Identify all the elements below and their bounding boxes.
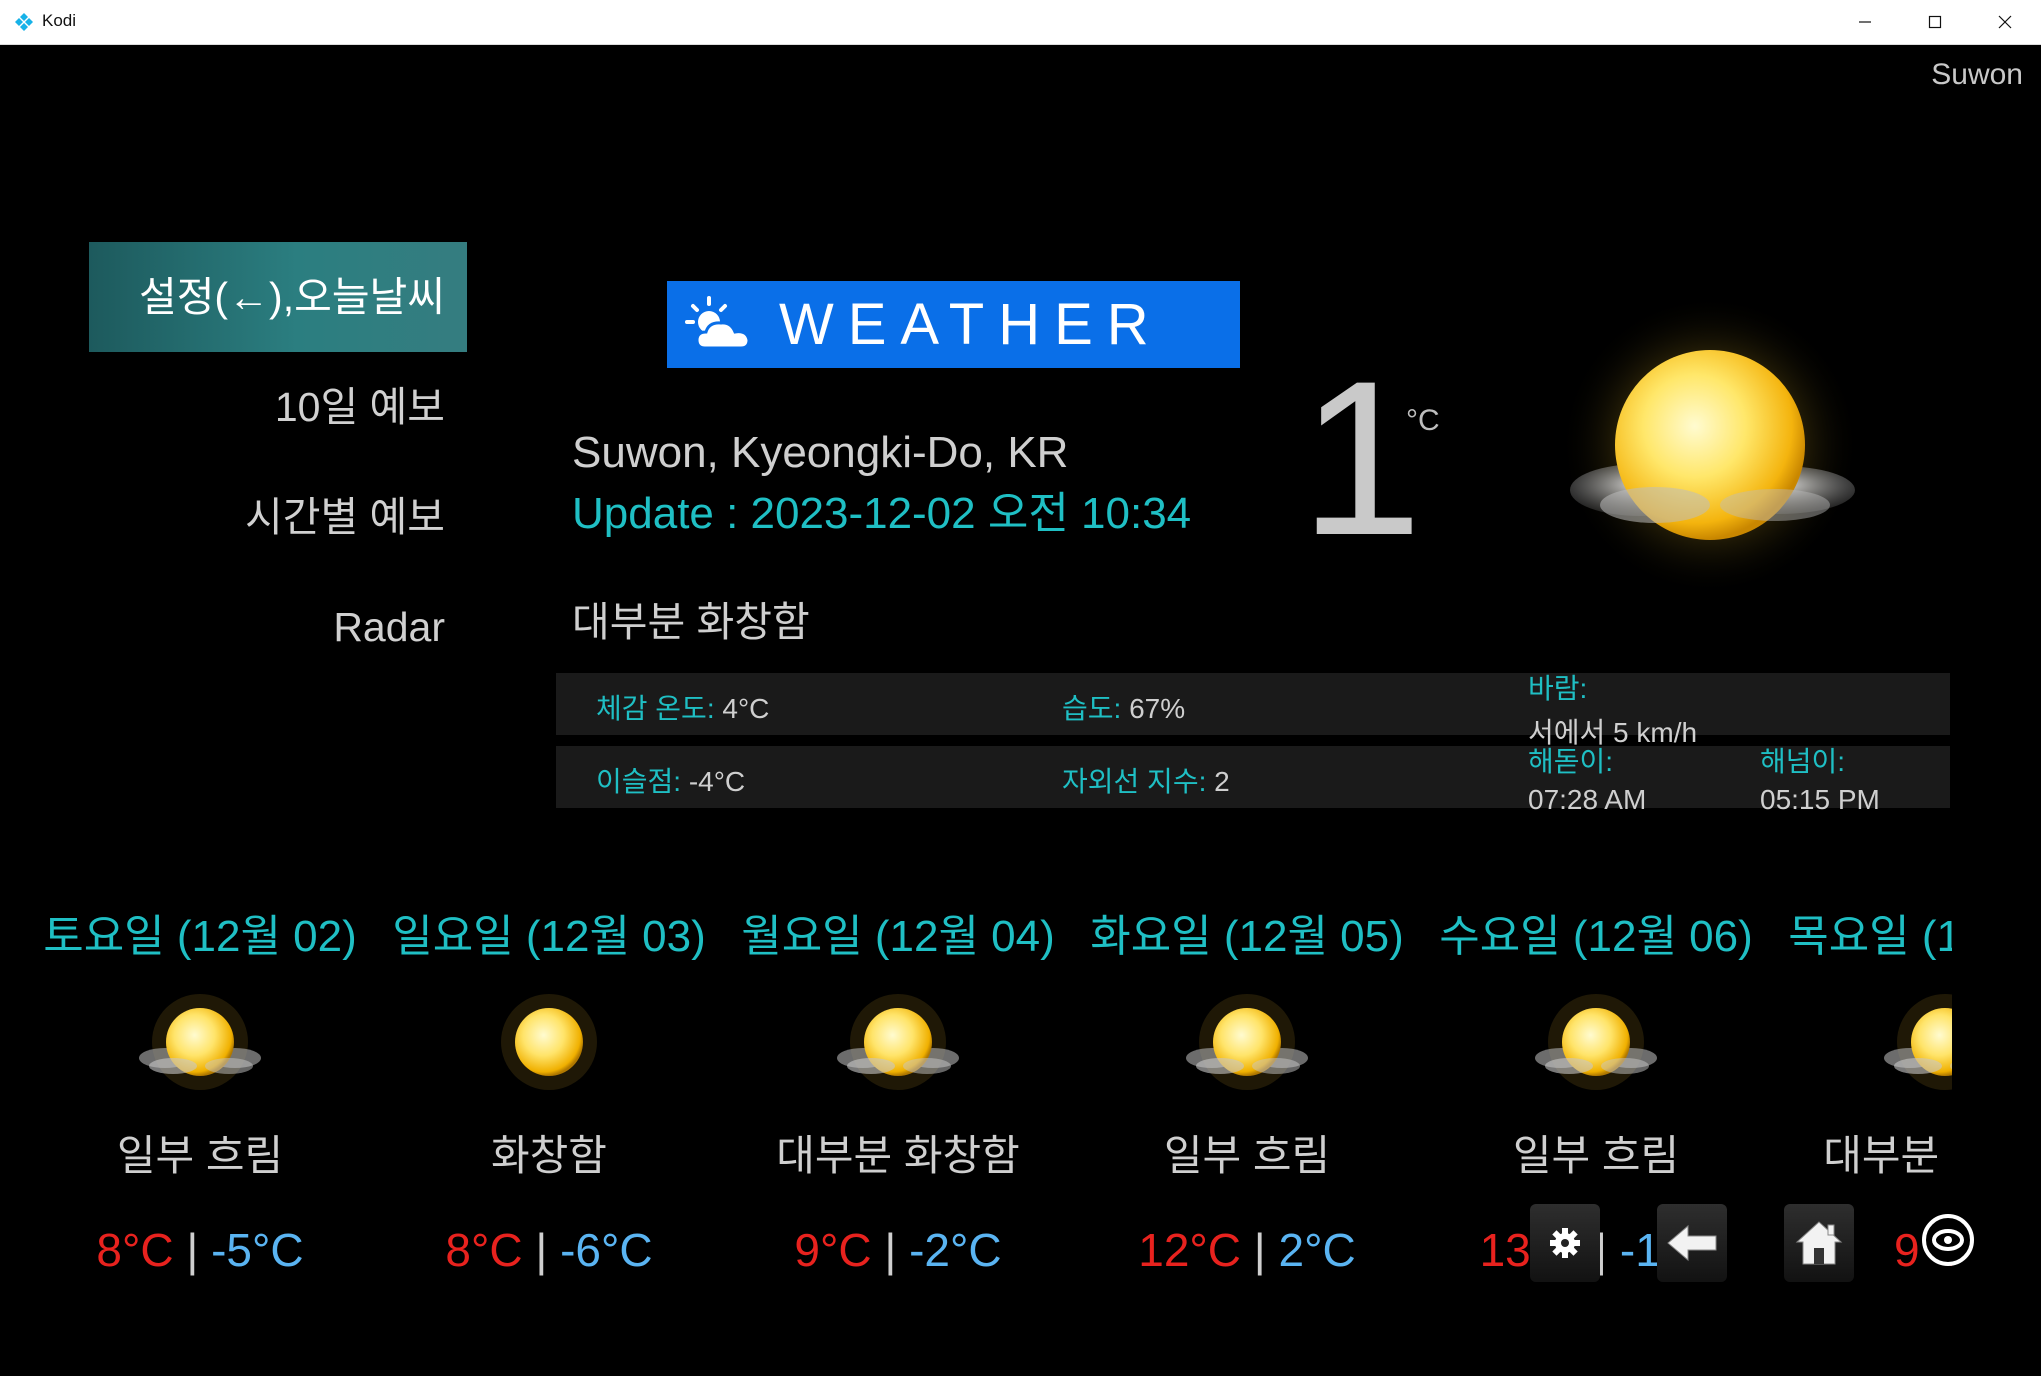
humidity: 습도: 67%	[1062, 687, 1185, 727]
back-button[interactable]	[1657, 1204, 1727, 1282]
forecast-date: 화요일 (12월 05)	[1090, 912, 1404, 961]
forecast-date: 일요일 (12월 03)	[392, 912, 706, 961]
forecast-date: 수요일 (12월 06)	[1439, 912, 1753, 961]
forecast-condition: 일부 흐림	[116, 1132, 284, 1179]
sun-icon	[501, 994, 597, 1090]
temp-separator: |	[871, 1224, 910, 1276]
forecast-day: 일요일 (12월 03) 화창함 8°C | -6°C	[374, 900, 724, 1277]
dewpoint-label: 이슬점:	[596, 766, 682, 797]
forecast-condition: 대부분 화창함	[776, 1132, 1020, 1179]
update-timestamp: Update : 2023-12-02 오전 10:34	[572, 489, 1192, 538]
sun-cloud-icon	[139, 994, 261, 1090]
close-icon	[1998, 15, 2012, 29]
home-icon	[1795, 1221, 1843, 1265]
back-arrow-icon	[1667, 1224, 1717, 1262]
sunrise: 해돋이: 07:28 AM	[1528, 740, 1646, 816]
forecast-low: -2°C	[909, 1224, 1002, 1276]
forecast-low: 2°C	[1278, 1224, 1356, 1276]
forecast-day: 화요일 (12월 05) 일부 흐림 12°C | 2°C	[1072, 900, 1422, 1277]
forecast-condition: 일부 흐림	[1163, 1132, 1331, 1179]
forecast-temps: 12°C | 2°C	[1072, 1223, 1422, 1277]
dewpoint: 이슬점: -4°C	[596, 760, 745, 800]
minimize-button[interactable]	[1830, 0, 1900, 44]
wind: 바람: 서에서 5 km/h	[1528, 667, 1697, 751]
forecast-temps: 8°C | -5°C	[25, 1223, 375, 1277]
temp-separator: |	[1241, 1224, 1279, 1276]
side-menu: 설정(←),오늘날씨 10일 예보 시간별 예보 Radar	[89, 242, 467, 682]
sunrise-label: 해돋이:	[1528, 746, 1614, 777]
settings-button[interactable]	[1530, 1204, 1600, 1282]
kodi-logo-icon	[15, 13, 33, 31]
uv-index: 자외선 지수: 2	[1062, 760, 1230, 800]
sun-cloud-icon	[1186, 994, 1308, 1090]
feels-like-label: 체감 온도:	[596, 693, 715, 724]
forecast-condition: 대부분 화창함	[1823, 1132, 1952, 1179]
settings-gear-icon	[1550, 1228, 1580, 1258]
feels-like-value: 4°C	[714, 693, 770, 724]
forecast-date: 토요일 (12월 02)	[43, 912, 357, 961]
details-row-2: 이슬점: -4°C 자외선 지수: 2 해돋이: 07:28 AM 해넘이: 0…	[556, 746, 1950, 815]
minimize-icon	[1859, 21, 1871, 23]
sun-cloud-icon	[837, 994, 959, 1090]
menu-item-today-weather[interactable]: 설정(←),오늘날씨	[89, 242, 467, 352]
temp-separator: |	[173, 1224, 212, 1276]
maximize-button[interactable]	[1900, 0, 1970, 44]
forecast-day: 월요일 (12월 04) 대부분 화창함 9°C | -2°C	[723, 900, 1073, 1277]
forecast-low: -6°C	[560, 1224, 653, 1276]
forecast-low: -5°C	[211, 1224, 304, 1276]
maximize-icon	[1928, 15, 1942, 29]
current-temperature: 1	[1300, 335, 1423, 581]
sunrise-value: 07:28 AM	[1528, 784, 1647, 815]
forecast-high: 12°C	[1138, 1224, 1242, 1276]
menu-item-hourly-forecast[interactable]: 시간별 예보	[89, 462, 467, 572]
partly-sunny-icon	[685, 295, 751, 349]
uv-index-label: 자외선 지수:	[1062, 766, 1207, 797]
forecast-temps: 8°C | -6°C	[374, 1223, 724, 1277]
uv-index-value: 2	[1206, 766, 1230, 797]
temperature-unit: °C	[1406, 404, 1440, 437]
forecast-temps: 9°C | -2°C	[723, 1223, 1073, 1277]
sunset: 해넘이: 05:15 PM	[1760, 740, 1880, 816]
eye-icon	[1922, 1214, 1974, 1266]
view-button[interactable]	[1919, 1211, 1977, 1269]
current-condition: 대부분 화창함	[572, 599, 810, 645]
forecast-condition: 화창함	[491, 1132, 607, 1179]
home-button[interactable]	[1784, 1204, 1854, 1282]
forecast-high: 8°C	[445, 1224, 523, 1276]
forecast-condition: 일부 흐림	[1512, 1132, 1680, 1179]
humidity-label: 습도:	[1062, 693, 1122, 724]
current-location: Suwon, Kyeongki-Do, KR	[572, 428, 1069, 477]
menu-item-10day-forecast[interactable]: 10일 예보	[89, 352, 467, 462]
sunset-label: 해넘이:	[1760, 746, 1846, 777]
weather-title: WEATHER	[779, 292, 1163, 357]
humidity-value: 67%	[1121, 693, 1186, 724]
forecast-date: 목요일 (12월 07)	[1788, 912, 1952, 961]
sun-cloud-icon	[1535, 994, 1657, 1090]
location-label: Suwon	[1931, 58, 2023, 91]
weather-header-banner: WEATHER	[667, 281, 1240, 368]
forecast-high: 8°C	[96, 1224, 174, 1276]
window-title: Kodi	[42, 11, 77, 30]
feels-like: 체감 온도: 4°C	[596, 687, 769, 727]
menu-item-radar[interactable]: Radar	[89, 572, 467, 682]
sunset-value: 05:15 PM	[1760, 784, 1880, 815]
forecast-date: 월요일 (12월 04)	[741, 912, 1055, 961]
window-titlebar: Kodi	[0, 0, 2041, 45]
sun-cloud-icon	[1884, 994, 1952, 1090]
close-button[interactable]	[1970, 0, 2040, 44]
dewpoint-value: -4°C	[681, 766, 746, 797]
sun-with-cloud-icon	[1560, 300, 1860, 595]
forecast-day: 토요일 (12월 02) 일부 흐림 8°C | -5°C	[25, 900, 375, 1277]
wind-label: 바람:	[1528, 673, 1588, 704]
forecast-high: 9°C	[794, 1224, 872, 1276]
temp-separator: |	[522, 1224, 561, 1276]
details-row-1: 체감 온도: 4°C 습도: 67% 바람: 서에서 5 km/h	[556, 673, 1950, 748]
